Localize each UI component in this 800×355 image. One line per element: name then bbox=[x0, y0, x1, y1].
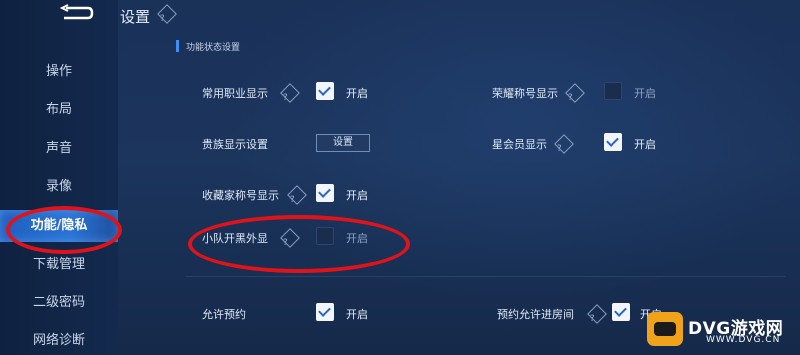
settings-screen: { "header": { "title": "设置" }, "sidebar"… bbox=[0, 0, 800, 355]
help-icon[interactable]: ? bbox=[157, 4, 177, 24]
honor-title-label: 荣耀称号显示 bbox=[492, 87, 558, 100]
watermark-logo-icon bbox=[647, 312, 683, 346]
sidebar-item-download[interactable]: 下载管理 bbox=[0, 255, 118, 275]
sidebar-item-operation[interactable]: 操作 bbox=[0, 62, 118, 82]
sidebar-item-second-password[interactable]: 二级密码 bbox=[0, 293, 118, 313]
help-icon[interactable]: ? bbox=[587, 304, 607, 324]
allow-booking-toggle-label: 开启 bbox=[346, 308, 368, 321]
section-title: 功能状态设置 bbox=[186, 43, 241, 53]
booking-room-label: 预约允许进房间 bbox=[497, 308, 574, 321]
section-accent-bar bbox=[176, 40, 179, 52]
sidebar-item-layout[interactable]: 布局 bbox=[0, 100, 118, 120]
sidebar-item-network[interactable]: 网络诊断 bbox=[0, 331, 118, 351]
common-job-label: 常用职业显示 bbox=[202, 87, 268, 100]
collector-checkbox[interactable] bbox=[316, 184, 334, 202]
honor-title-checkbox[interactable] bbox=[604, 82, 622, 100]
allow-booking-checkbox[interactable] bbox=[316, 303, 334, 321]
help-icon[interactable]: ? bbox=[554, 134, 574, 154]
noble-display-label: 贵族显示设置 bbox=[202, 138, 268, 151]
star-member-toggle-label: 开启 bbox=[634, 138, 656, 151]
booking-room-checkbox[interactable] bbox=[612, 303, 630, 321]
section-divider bbox=[185, 276, 785, 277]
star-member-label: 星会员显示 bbox=[492, 138, 547, 151]
help-icon[interactable]: ? bbox=[280, 83, 300, 103]
collector-toggle-label: 开启 bbox=[346, 189, 368, 202]
star-member-checkbox[interactable] bbox=[604, 133, 622, 151]
sidebar-item-recording[interactable]: 录像 bbox=[0, 177, 118, 197]
common-job-toggle-label: 开启 bbox=[346, 87, 368, 100]
page-title: 设置 bbox=[120, 8, 151, 26]
sidebar-item-partial[interactable] bbox=[0, 24, 118, 38]
highlight-circle bbox=[188, 215, 410, 273]
noble-settings-button[interactable]: 设置 bbox=[316, 134, 370, 152]
sidebar: 操作 布局 声音 录像 功能/隐私 下载管理 二级密码 网络诊断 bbox=[0, 0, 118, 355]
highlight-circle bbox=[6, 206, 122, 254]
help-icon[interactable]: ? bbox=[287, 185, 307, 205]
allow-booking-label: 允许预约 bbox=[202, 308, 246, 321]
back-arrow-icon[interactable] bbox=[58, 4, 94, 22]
honor-title-toggle-label: 开启 bbox=[634, 87, 656, 100]
watermark-url: WWW.DVG.CN bbox=[706, 335, 781, 345]
collector-label: 收藏家称号显示 bbox=[202, 189, 279, 202]
sidebar-item-sound[interactable]: 声音 bbox=[0, 139, 118, 159]
help-icon[interactable]: ? bbox=[565, 83, 585, 103]
common-job-checkbox[interactable] bbox=[316, 82, 334, 100]
